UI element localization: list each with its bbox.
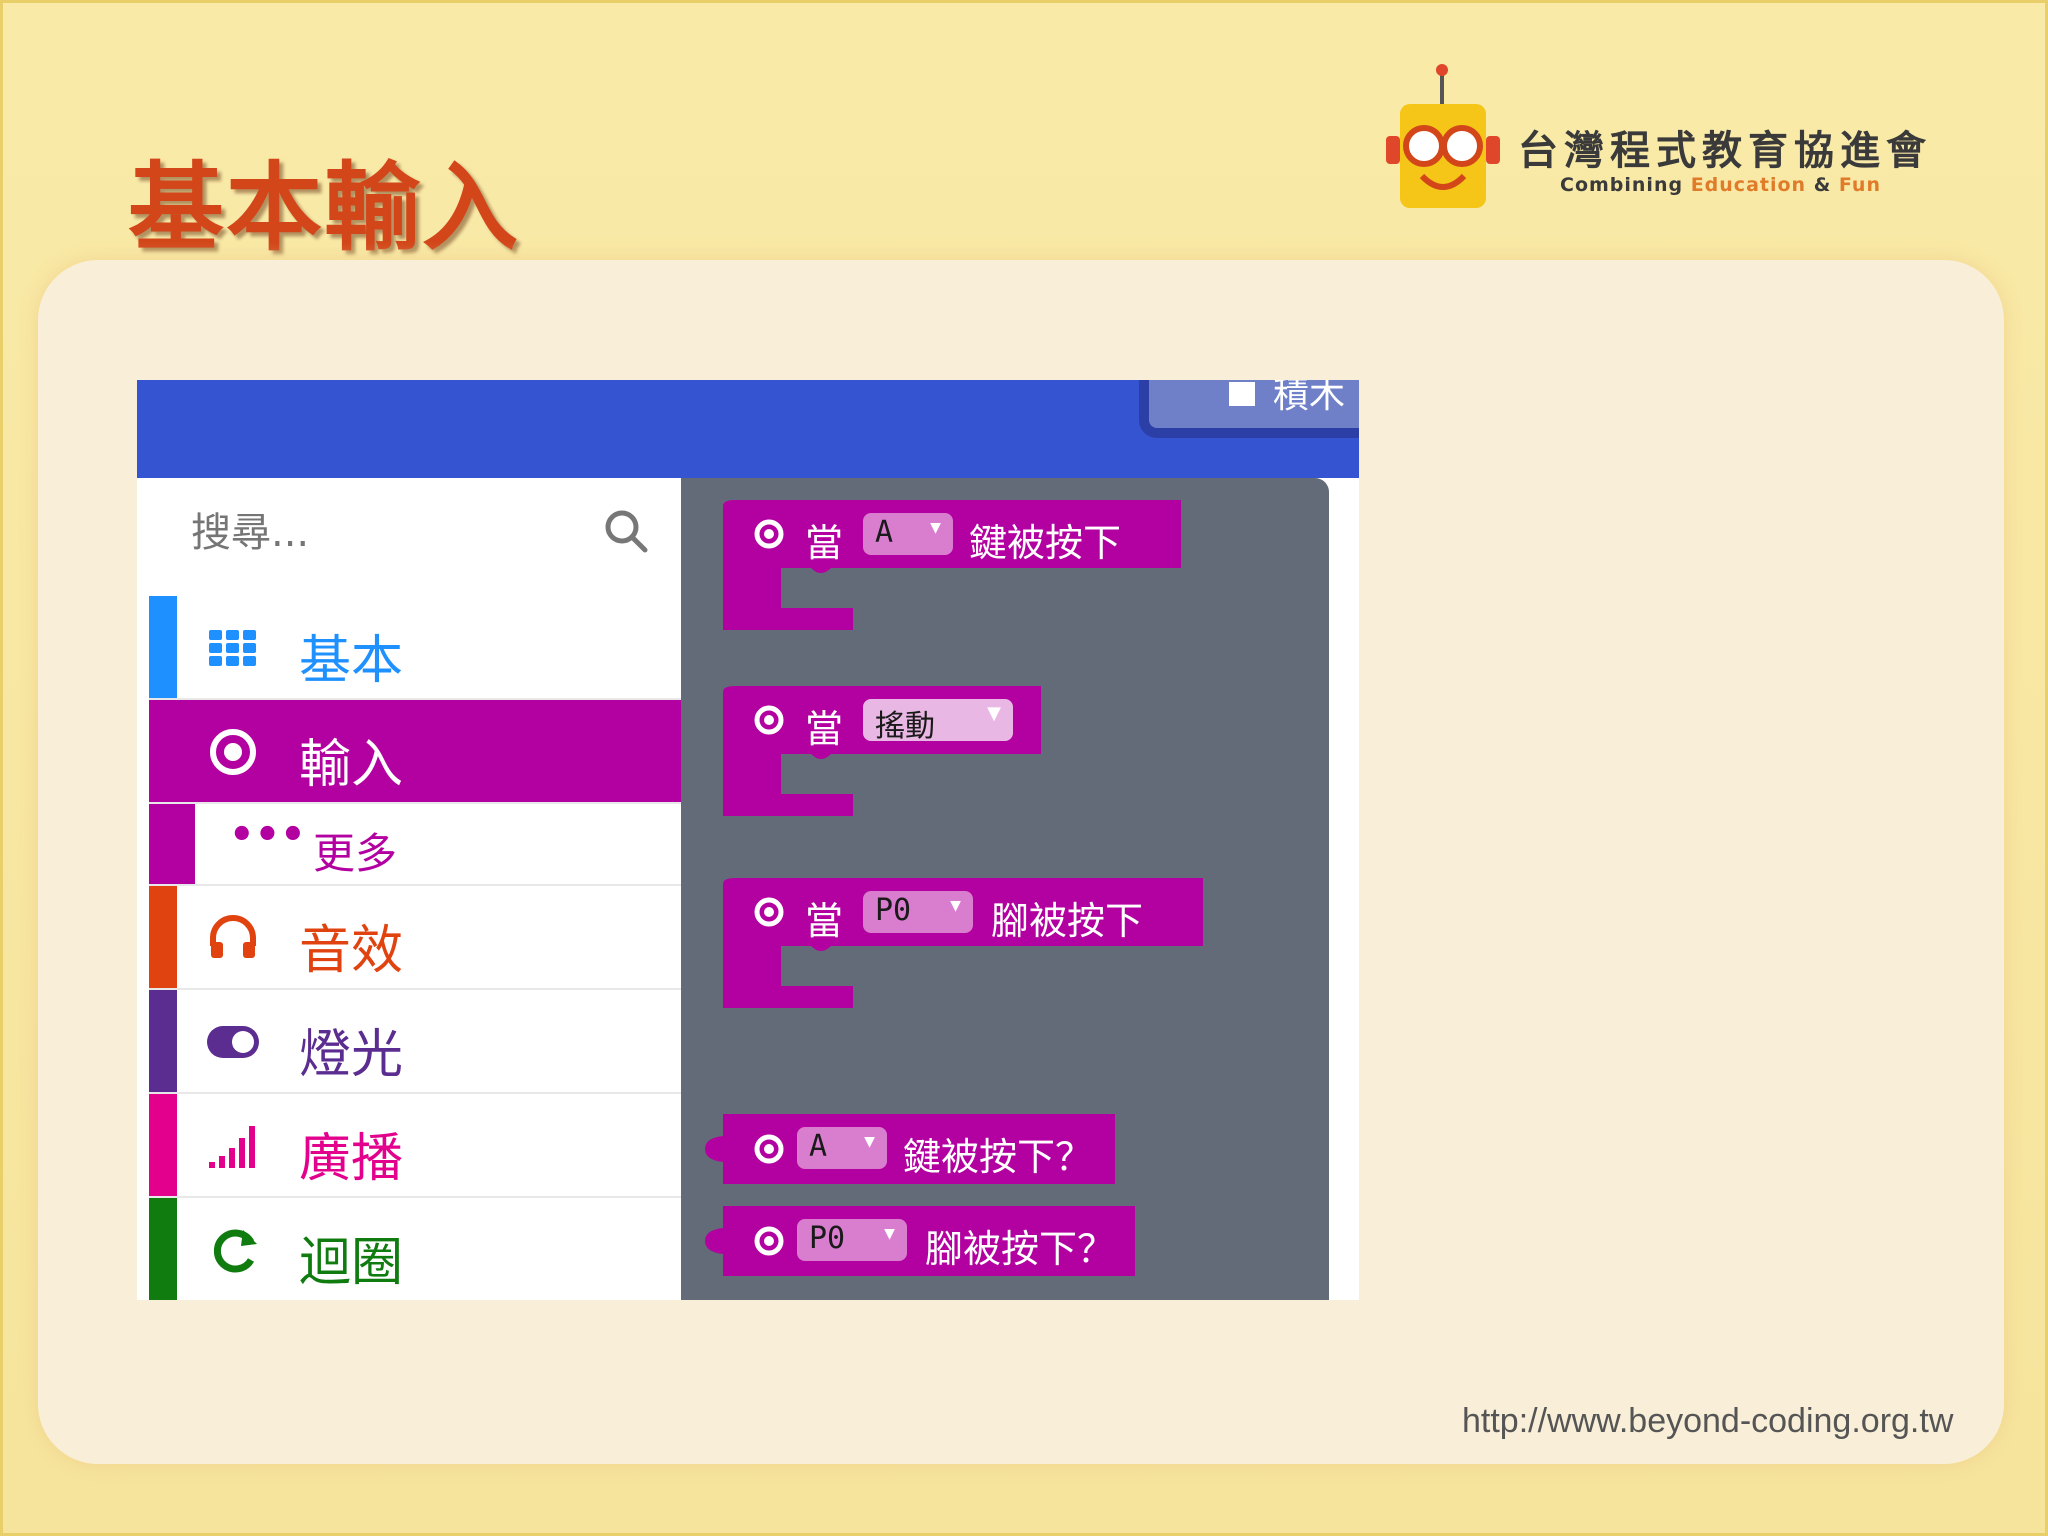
category-basic[interactable]: 基本 xyxy=(149,596,681,700)
block-tail-label: 腳被按下 xyxy=(991,899,1144,943)
search-icon[interactable] xyxy=(603,508,649,554)
footer-url: http://www.beyond-coding.org.tw xyxy=(1462,1402,1954,1440)
toggle-icon xyxy=(207,1026,259,1058)
slide-title: 基本輸入 xyxy=(128,152,520,264)
dropdown-value: 搖動 xyxy=(875,709,935,744)
category-stripe xyxy=(149,596,177,698)
top-bar: 積木 xyxy=(137,380,1359,478)
category-label: 燈光 xyxy=(299,1025,404,1085)
tagline-education: Education xyxy=(1690,174,1807,196)
flyout-workspace: 當 A ▼ 鍵被按下 當 搖動 ▼ 當 P0 ▼ 腳被按下 A ▼ 鍵被按下？ P0 ▼ … xyxy=(681,478,1329,1300)
category-input[interactable]: 輸入 xyxy=(149,700,681,804)
block-tail-label: 鍵被按下？ xyxy=(903,1135,1094,1179)
category-stripe xyxy=(149,886,177,988)
category-label: 音效 xyxy=(299,921,404,981)
category-label: 迴圈 xyxy=(299,1233,404,1293)
dropdown-value: A xyxy=(875,515,894,550)
blocks-button-label: 積木 xyxy=(1273,380,1346,416)
more-dots-icon: ••• xyxy=(229,812,306,858)
tagline-prefix: Combining xyxy=(1560,174,1691,196)
category-loops[interactable]: 迴圈 xyxy=(149,1198,681,1300)
category-input-more[interactable]: ••• 更多 xyxy=(149,804,681,886)
dropdown-value: P0 xyxy=(809,1221,846,1256)
logo: 台灣程式教育協進會 Combining Education & Fun xyxy=(1380,64,1940,214)
grid-icon xyxy=(209,630,256,666)
tagline-fun: Fun xyxy=(1838,174,1881,196)
category-radio[interactable]: 廣播 xyxy=(149,1094,681,1198)
category-label: 更多 xyxy=(313,829,398,878)
radio-target-icon xyxy=(210,729,256,775)
category-stripe xyxy=(149,1198,177,1300)
dropdown-arrow-icon: ▼ xyxy=(987,703,1001,724)
category-led[interactable]: 燈光 xyxy=(149,990,681,1094)
logo-tagline: Combining Education & Fun xyxy=(1560,174,1881,196)
toolbox-search xyxy=(137,478,681,596)
makecode-screenshot: 積木 基本 xyxy=(137,380,1359,1300)
category-stripe xyxy=(149,1094,177,1196)
category-label: 基本 xyxy=(299,631,404,691)
dropdown-arrow-icon: ▼ xyxy=(884,1223,895,1244)
signal-bars-icon xyxy=(209,1126,255,1168)
logo-name: 台灣程式教育協進會 xyxy=(1518,127,1932,174)
category-stripe xyxy=(149,804,195,884)
pin-dropdown[interactable]: P0 ▼ xyxy=(863,891,973,933)
category-label: 廣播 xyxy=(299,1129,404,1189)
pin-dropdown[interactable]: P0 ▼ xyxy=(797,1219,907,1261)
button-dropdown[interactable]: A ▼ xyxy=(863,513,953,555)
block-when-label: 當 xyxy=(805,707,844,751)
dropdown-arrow-icon: ▼ xyxy=(950,895,961,916)
block-tail-label: 腳被按下？ xyxy=(925,1227,1116,1271)
gesture-dropdown[interactable]: 搖動 ▼ xyxy=(863,699,1013,744)
headphones-icon xyxy=(210,915,256,958)
dropdown-value: A xyxy=(809,1129,828,1164)
robot-logo-icon xyxy=(1386,64,1500,208)
block-tail-label: 鍵被按下 xyxy=(969,521,1122,565)
block-when-label: 當 xyxy=(805,521,844,565)
button-dropdown[interactable]: A ▼ xyxy=(797,1127,887,1169)
category-music[interactable]: 音效 xyxy=(149,886,681,990)
tagline-mid: & xyxy=(1806,174,1839,196)
workspace-edge xyxy=(1329,478,1359,1300)
dropdown-arrow-icon: ▼ xyxy=(864,1131,875,1152)
blocks-doc-icon xyxy=(1229,382,1255,406)
block-when-label: 當 xyxy=(805,899,844,943)
dropdown-value: P0 xyxy=(875,893,912,928)
blocks-button[interactable]: 積木 xyxy=(1139,380,1359,438)
search-input[interactable] xyxy=(191,508,571,558)
category-stripe xyxy=(149,990,177,1092)
refresh-icon xyxy=(213,1229,257,1273)
toolbox: 基本 輸入 ••• 更多 音效 xyxy=(137,478,681,1300)
dropdown-arrow-icon: ▼ xyxy=(930,517,941,538)
category-label: 輸入 xyxy=(299,735,404,795)
